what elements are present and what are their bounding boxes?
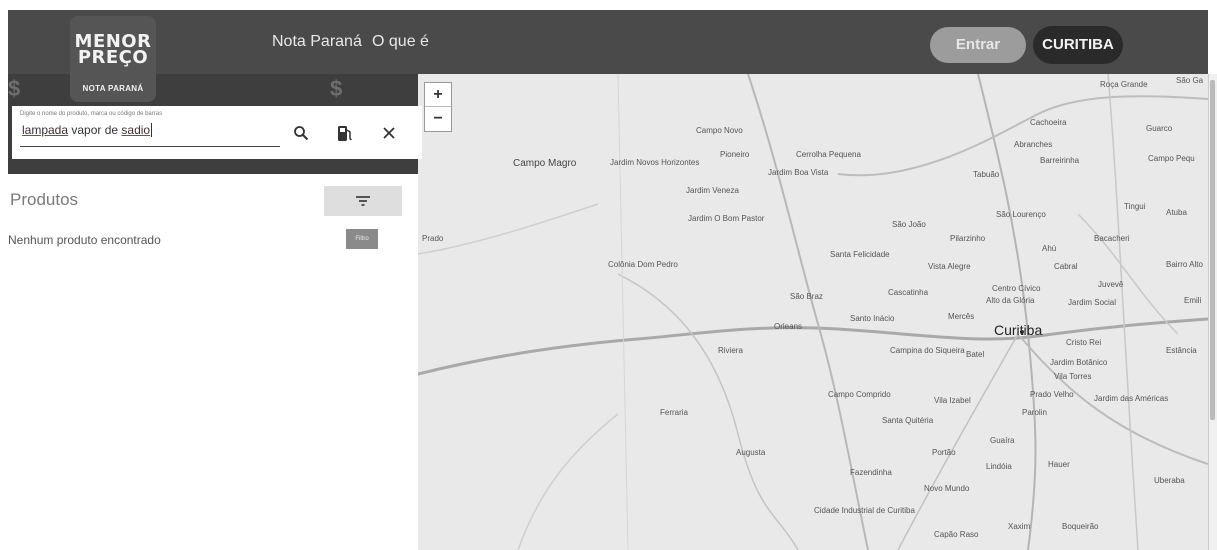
logo-line-3: NOTA PARANÁ (82, 84, 144, 93)
map-place-label: Atuba (1166, 208, 1187, 217)
map-place-label: Prado Velho (1030, 390, 1074, 399)
map-place-label: São Lourenço (996, 210, 1046, 219)
search-input[interactable]: lampada vapor de sadio (20, 123, 280, 147)
search-icon[interactable] (288, 120, 314, 146)
scrollbar-thumb[interactable] (1210, 80, 1215, 420)
map-place-label: Pioneiro (720, 150, 750, 159)
search-text-part-1: lampada (22, 123, 69, 137)
map-place-label: Jardim Boa Vista (768, 168, 829, 177)
map-place-label: Jardim Novos Horizontes (610, 158, 700, 167)
map-place-label: São Braz (790, 292, 823, 301)
map-place-label: Santa Quitéria (882, 416, 934, 425)
map-place-label: Orleans (774, 322, 803, 331)
map-place-label: Jardim Veneza (686, 186, 739, 195)
map-place-label: Santa Felicidade (830, 250, 890, 259)
top-navigation-bar (8, 10, 1208, 74)
map-place-label: Riviera (718, 346, 743, 355)
map-place-label: Tingui (1124, 202, 1146, 211)
fuel-pump-icon[interactable] (332, 120, 358, 146)
zoom-in-button[interactable]: + (425, 83, 451, 107)
map-place-label: Cabral (1054, 262, 1078, 271)
map-place-label: Bairro Alto (1166, 260, 1203, 269)
map-place-label: Juvevê (1098, 280, 1124, 289)
map-place-label: Barreirinha (1040, 156, 1080, 165)
map-place-label: Cascatinha (888, 288, 929, 297)
search-label: Digite o nome do produto, marca ou códig… (20, 111, 163, 117)
map-place-label: Batel (966, 350, 985, 359)
text-cursor (151, 123, 153, 137)
map-place-label: Xaxim (1008, 522, 1031, 531)
map-area[interactable]: Roça Grande São Ga Cachoeira Guarco Camp… (418, 74, 1208, 550)
map-place-label: Prado (422, 234, 444, 243)
map-place-label: Cidade Industrial de Curitiba (814, 506, 915, 515)
search-text-part-2: vapor de (68, 123, 122, 137)
map-place-label: Guaíra (990, 436, 1015, 445)
city-selector-button[interactable]: CURITIBA (1033, 26, 1123, 64)
map-place-label: Ferraria (660, 408, 689, 417)
zoom-out-button[interactable]: − (425, 107, 451, 131)
filter-icon (356, 196, 370, 206)
map-roads (418, 74, 1208, 550)
search-box: Digite o nome do produto, marca ou códig… (12, 106, 422, 159)
filter-button[interactable] (324, 186, 402, 216)
map-place-label: Campo Pequ (1148, 154, 1195, 163)
map-place-label: Colônia Dom Pedro (608, 260, 678, 269)
nav-link-o-que-e[interactable]: O que é (372, 33, 429, 51)
map-place-label: Augusta (736, 448, 766, 457)
map-place-label: Capão Raso (934, 530, 979, 539)
map-place-label: São João (892, 220, 926, 229)
map-place-label: Jardim Botânico (1050, 358, 1108, 367)
map-place-label: Fazendinha (850, 468, 892, 477)
map-place-label: Campo Magro (513, 158, 577, 169)
map-place-label: Vista Alegre (928, 262, 971, 271)
map-zoom-control: + − (424, 82, 452, 132)
results-title: Produtos (10, 190, 79, 209)
map-place-label: São Ga (1176, 76, 1204, 85)
login-button[interactable]: Entrar (930, 27, 1026, 63)
close-icon[interactable] (376, 120, 402, 146)
map-place-label: Lindóia (986, 462, 1012, 471)
map-place-label: Mercês (948, 312, 975, 321)
map-place-label: Cristo Rei (1066, 338, 1102, 347)
filter-small-button[interactable]: Filtro (346, 229, 378, 249)
map-place-label: Campo Comprido (828, 390, 891, 399)
map-place-label: Vila Torres (1054, 372, 1092, 381)
map-place-label: Campina do Siqueira (890, 346, 965, 355)
map-place-label: Novo Mundo (924, 484, 970, 493)
map-place-label: Boqueirão (1062, 522, 1099, 531)
nav-link-nota-parana[interactable]: Nota Paraná (272, 33, 362, 51)
map-place-label: Cachoeira (1030, 118, 1067, 127)
map-place-label: Estância (1166, 346, 1197, 355)
map-place-label: Bacacheri (1094, 234, 1130, 243)
menor-preco-logo[interactable]: MENOR PREÇO NOTA PARANÁ (70, 16, 156, 102)
app-window: { "header": { "logo": { "line1": "MENOR"… (0, 0, 1217, 550)
empty-results-message: Nenhum produto encontrado (8, 233, 161, 247)
map-place-label: Jardim O Bom Pastor (688, 214, 765, 223)
dollar-sign-icon: $ (8, 76, 21, 101)
map-place-label: Jardim Social (1068, 298, 1117, 307)
map-place-label: Jardim das Américas (1094, 394, 1169, 403)
map-place-label: Campo Novo (696, 126, 743, 135)
map-place-label: Hauer (1048, 460, 1070, 469)
map-city-label: Curitiba (994, 322, 1043, 338)
logo-line-2: PREÇO (77, 47, 149, 68)
map-place-label: Cerrolha Pequena (796, 150, 861, 159)
map-place-label: Centro Cívico (992, 284, 1041, 293)
map-place-label: Abranches (1014, 140, 1053, 149)
map-place-label: Emili (1184, 296, 1202, 305)
map-place-label: Tabuão (973, 170, 1000, 179)
map-place-label: Roça Grande (1100, 80, 1148, 89)
dollar-sign-icon: $ (330, 76, 343, 101)
map-place-label: Pilarzinho (950, 234, 986, 243)
map-place-label: Parolin (1022, 408, 1047, 417)
map-place-label: Ahú (1042, 244, 1057, 253)
map-place-label: Guarco (1146, 124, 1173, 133)
map-place-label: Uberaba (1154, 476, 1185, 485)
search-text-part-3: sadio (121, 123, 151, 137)
map-place-label: Santo Inácio (850, 314, 895, 323)
map-place-label: Vila Izabel (934, 396, 971, 405)
map-place-label: Portão (932, 448, 956, 457)
map-place-label: Alto da Glória (986, 296, 1035, 305)
